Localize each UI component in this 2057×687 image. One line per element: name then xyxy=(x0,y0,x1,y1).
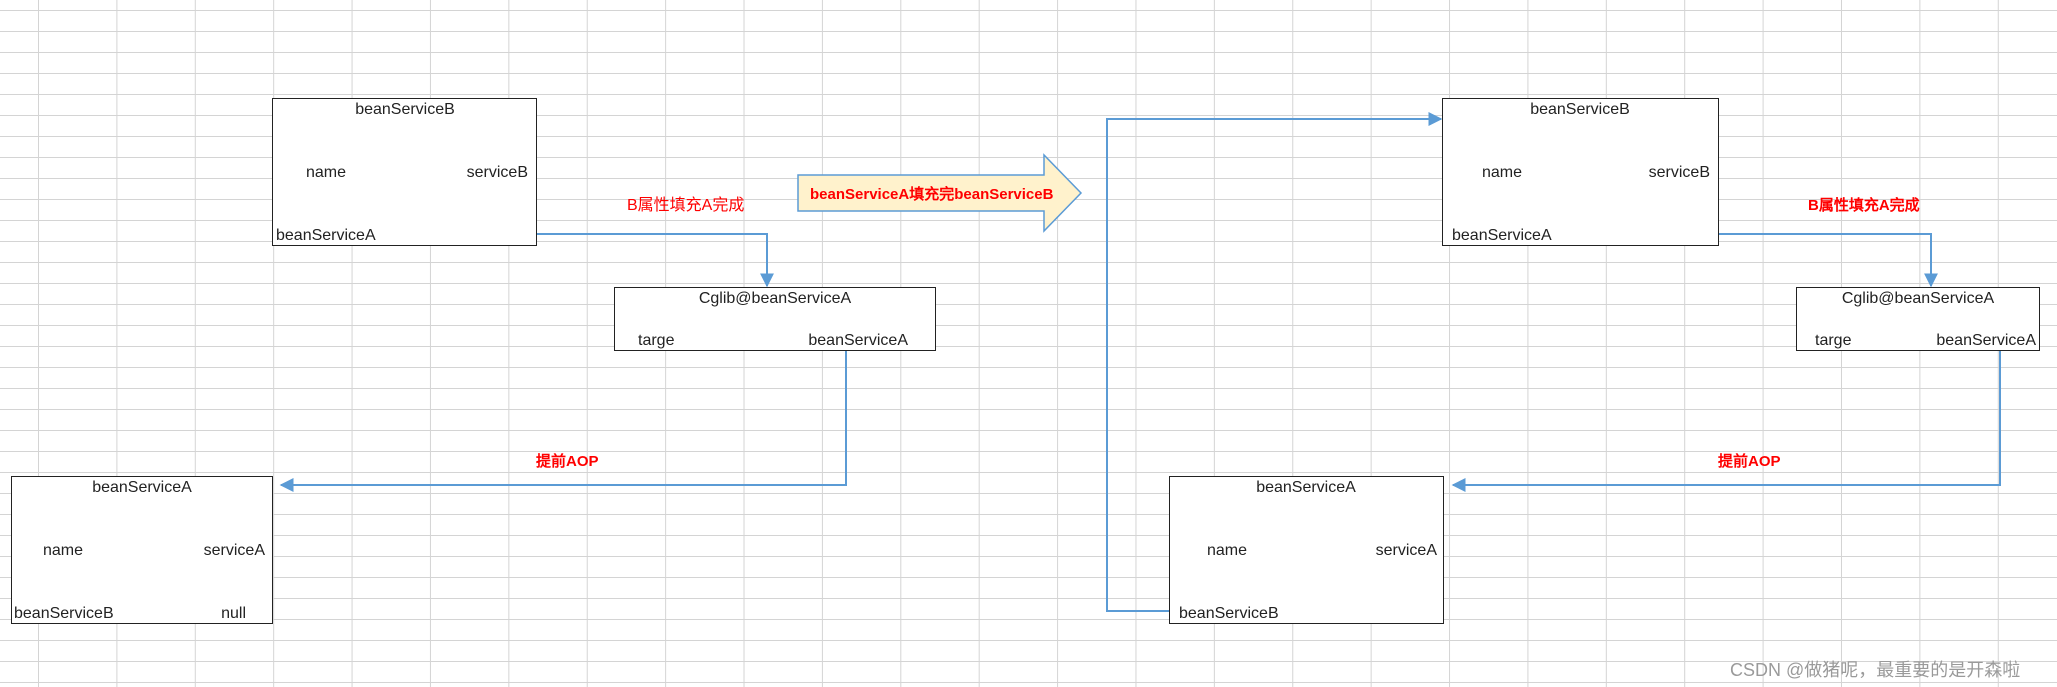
left-bean-service-a-title: beanServiceA xyxy=(92,479,192,496)
right-bean-service-b-title: beanServiceB xyxy=(1530,101,1630,118)
left-bean-service-b-name-value: serviceB xyxy=(466,164,528,181)
right-bean-service-b-name-label: name xyxy=(1482,164,1523,181)
right-bean-service-a-name-label: name xyxy=(1207,542,1248,559)
left-fill-label: B属性填充A完成 xyxy=(627,197,745,214)
left-cglib-title: Cglib@beanServiceA xyxy=(698,290,852,307)
right-bean-service-a-field-label: beanServiceB xyxy=(1179,605,1279,622)
right-bean-service-a-title: beanServiceA xyxy=(1256,479,1356,496)
left-bean-service-a-name-label: name xyxy=(43,542,84,559)
left-aop-label: 提前AOP xyxy=(536,453,599,470)
right-bean-service-b-field-label: beanServiceA xyxy=(1452,227,1552,244)
left-bean-service-a-name-value: serviceA xyxy=(203,542,265,559)
left-bean-service-a-field-label: beanServiceB xyxy=(14,605,114,622)
left-bean-service-a-field-value: null xyxy=(221,605,246,622)
right-cglib-field-value: beanServiceA xyxy=(1936,332,2036,349)
right-bean-service-a-name-value: serviceA xyxy=(1375,542,1437,559)
right-fill-label: B属性填充A完成 xyxy=(1808,197,1920,214)
left-bean-service-b-title: beanServiceB xyxy=(355,101,455,118)
right-cglib-field-label: targe xyxy=(1815,332,1852,349)
left-cglib-field-value: beanServiceA xyxy=(808,332,908,349)
csdn-watermark: CSDN @做猪呢，最重要的是开森啦 xyxy=(1730,660,2021,680)
connector-right-b-to-cglib xyxy=(1696,233,1938,288)
right-cglib-title: Cglib@beanServiceA xyxy=(1841,290,1995,307)
left-bean-service-b-field-label: beanServiceA xyxy=(276,227,376,244)
connector-left-b-to-cglib xyxy=(513,233,774,288)
right-aop-label: 提前AOP xyxy=(1718,453,1781,470)
right-bean-service-b-name-value: serviceB xyxy=(1648,164,1710,181)
left-bean-service-b-name-label: name xyxy=(306,164,347,181)
left-cglib-field-label: targe xyxy=(638,332,675,349)
transition-label: beanServiceA填充完beanServiceB xyxy=(810,186,1054,203)
